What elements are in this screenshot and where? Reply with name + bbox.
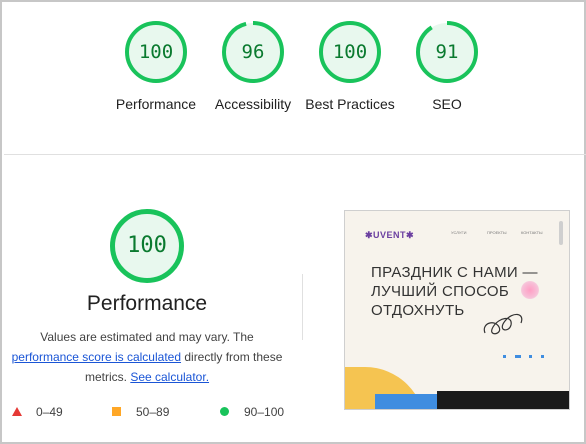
performance-description: Values are estimated and may vary. The p…	[8, 327, 286, 387]
best-practices-label[interactable]: Best Practices	[305, 94, 395, 114]
performance-title: Performance	[86, 292, 208, 315]
seo-label[interactable]: SEO	[392, 94, 502, 114]
best-practices-score: 100	[332, 41, 368, 63]
carousel-indicators	[503, 355, 544, 358]
spring-doodle-decoration	[483, 313, 523, 335]
best-practices-gauge[interactable]: 100	[318, 20, 382, 84]
see-calculator-link[interactable]: See calculator.	[130, 370, 209, 384]
final-screenshot-thumbnail[interactable]: ✱UVENT✱ УСЛУГИ ПРОЕКТЫ КОНТАКТЫ ПРАЗДНИК…	[344, 210, 570, 410]
site-nav-item: УСЛУГИ	[451, 230, 467, 235]
site-nav-item: ПРОЕКТЫ	[487, 230, 507, 235]
performance-score: 100	[138, 41, 174, 63]
square-orange-icon	[112, 407, 121, 416]
triangle-red-icon	[12, 407, 22, 416]
accessibility-score: 96	[241, 41, 265, 63]
dark-shape-decoration	[437, 391, 569, 409]
score-calculation-link[interactable]: performance score is calculated	[12, 350, 181, 364]
accessibility-gauge[interactable]: 96	[221, 20, 285, 84]
legend-range: 90–100	[244, 405, 285, 419]
seo-gauge[interactable]: 91	[415, 20, 479, 84]
seo-score: 91	[435, 41, 459, 63]
site-nav-item: КОНТАКТЫ	[521, 230, 543, 235]
accessibility-label[interactable]: Accessibility	[198, 94, 308, 114]
section-divider	[4, 154, 586, 155]
performance-main-score: 100	[127, 233, 167, 258]
pink-orb-decoration	[521, 281, 539, 299]
legend-range: 50–89	[136, 405, 170, 419]
thumbnail-scrollbar	[559, 221, 563, 245]
vertical-divider	[302, 274, 303, 340]
circle-green-icon	[220, 407, 229, 416]
site-logo: ✱UVENT✱	[365, 230, 415, 240]
performance-main-gauge: 100	[109, 208, 185, 284]
lighthouse-report: 100 Performance 96 Accessibility 100 Bes…	[0, 0, 586, 444]
description-text: Values are estimated and may vary. The	[40, 330, 254, 344]
performance-gauge[interactable]: 100	[124, 20, 188, 84]
performance-label[interactable]: Performance	[101, 94, 211, 114]
blue-shape-decoration	[375, 394, 445, 409]
legend-range: 0–49	[36, 405, 63, 419]
hero-line: ПРАЗДНИК С НАМИ —	[371, 264, 538, 281]
